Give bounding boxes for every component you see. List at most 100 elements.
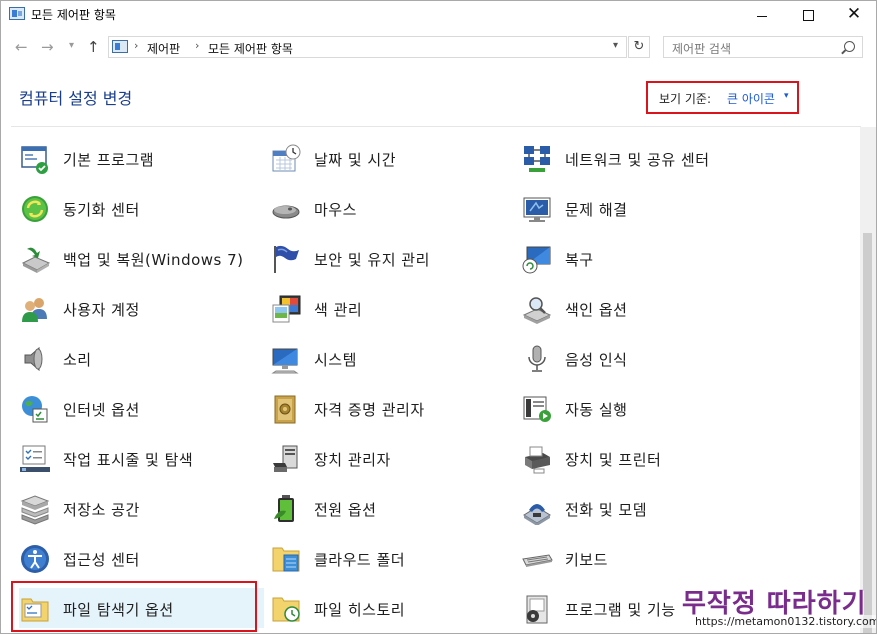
search-placeholder: 제어판 검색 xyxy=(672,42,732,56)
item-device-manager[interactable]: 장치 관리자 xyxy=(270,438,515,478)
view-by-dropdown[interactable]: 큰 아이콘 xyxy=(727,90,775,107)
search-input[interactable]: 제어판 검색 xyxy=(663,36,863,58)
view-by-label: 보기 기준: xyxy=(659,92,712,106)
users-icon xyxy=(22,298,47,322)
address-bar-row: ← → ▾ ↑ › 제어판 › 모든 제어판 항목 ▾ ↻ 제어판 검색 xyxy=(1,29,876,67)
chevron-down-icon[interactable]: ▾ xyxy=(784,91,789,101)
item-label: 날짜 및 시간 xyxy=(314,151,397,169)
cloud-folder-icon xyxy=(272,547,300,572)
item-indexing-options[interactable]: 색인 옵션 xyxy=(521,288,766,328)
item-storage-spaces[interactable]: 저장소 공간 xyxy=(19,488,264,528)
file-history-icon xyxy=(272,597,300,622)
breadcrumb-separator: › xyxy=(134,39,139,52)
highlight-annotation xyxy=(11,581,257,632)
keyboard-icon xyxy=(522,554,553,567)
item-label: 색 관리 xyxy=(314,301,363,319)
item-backup-restore[interactable]: 백업 및 복원(Windows 7) xyxy=(19,238,264,278)
autoplay-icon xyxy=(523,396,551,422)
title-bar: 모든 제어판 항목 ✕ xyxy=(1,1,876,29)
item-label: 자동 실행 xyxy=(565,401,628,419)
refresh-button[interactable]: ↻ xyxy=(628,36,650,58)
watermark-url: https://metamon0132.tistory.com/ xyxy=(695,615,876,628)
recovery-icon xyxy=(522,246,551,274)
printer-icon xyxy=(525,446,550,474)
item-internet-options[interactable]: 인터넷 옵션 xyxy=(19,388,264,428)
page-title: 컴퓨터 설정 변경 xyxy=(19,89,133,108)
control-panel-icon xyxy=(9,7,25,20)
device-manager-icon xyxy=(273,445,298,472)
item-label: 음성 인식 xyxy=(565,351,628,369)
item-sync-center[interactable]: 동기화 센터 xyxy=(19,188,264,228)
item-label: 문제 해결 xyxy=(565,201,628,219)
item-label: 시스템 xyxy=(314,351,357,369)
item-devices-printers[interactable]: 장치 및 프린터 xyxy=(521,438,766,478)
item-file-history[interactable]: 파일 히스토리 xyxy=(270,588,515,628)
item-taskbar-navigation[interactable]: 작업 표시줄 및 탐색 xyxy=(19,438,264,478)
item-label: 접근성 센터 xyxy=(63,551,140,569)
calendar-clock-icon xyxy=(272,144,301,172)
item-label: 파일 히스토리 xyxy=(314,601,406,619)
default-programs-icon xyxy=(21,146,48,174)
flag-icon xyxy=(274,245,299,273)
microphone-icon xyxy=(528,345,546,372)
maximize-icon xyxy=(802,9,814,21)
item-label: 키보드 xyxy=(565,551,608,569)
item-autoplay[interactable]: 자동 실행 xyxy=(521,388,766,428)
storage-spaces-icon xyxy=(20,495,50,525)
item-label: 인터넷 옵션 xyxy=(63,401,140,419)
minimize-icon xyxy=(757,15,767,17)
breadcrumb-control-panel[interactable]: 제어판 xyxy=(147,40,180,57)
sync-icon xyxy=(22,196,48,222)
troubleshoot-icon xyxy=(523,197,551,222)
item-security-maintenance[interactable]: 보안 및 유지 관리 xyxy=(270,238,515,278)
item-date-time[interactable]: 날짜 및 시간 xyxy=(270,138,515,178)
item-label: 동기화 센터 xyxy=(63,201,140,219)
credential-vault-icon xyxy=(274,395,296,424)
item-power-options[interactable]: 전원 옵션 xyxy=(270,488,515,528)
item-network-sharing[interactable]: 네트워크 및 공유 센터 xyxy=(521,138,766,178)
item-default-programs[interactable]: 기본 프로그램 xyxy=(19,138,264,178)
item-label: 복구 xyxy=(565,251,594,269)
item-label: 소리 xyxy=(63,351,92,369)
item-phone-modem[interactable]: 전화 및 모뎀 xyxy=(521,488,766,528)
item-speech-recognition[interactable]: 음성 인식 xyxy=(521,338,766,378)
item-credential-manager[interactable]: 자격 증명 관리자 xyxy=(270,388,515,428)
item-label: 사용자 계정 xyxy=(63,301,140,319)
phone-modem-icon xyxy=(523,504,551,525)
forward-button[interactable]: → xyxy=(41,38,54,56)
maximize-button[interactable] xyxy=(785,1,831,29)
address-dropdown-icon[interactable]: ▾ xyxy=(613,40,618,51)
breadcrumb-all-items[interactable]: 모든 제어판 항목 xyxy=(208,40,293,57)
minimize-button[interactable] xyxy=(739,1,785,29)
up-button[interactable]: ↑ xyxy=(87,38,100,56)
item-label: 작업 표시줄 및 탐색 xyxy=(63,451,194,469)
close-icon: ✕ xyxy=(846,3,862,24)
view-by-control: 보기 기준: 큰 아이콘 ▾ xyxy=(646,81,799,114)
item-system[interactable]: 시스템 xyxy=(270,338,515,378)
speaker-icon xyxy=(24,346,43,372)
item-cloud-folders[interactable]: 클라우드 폴더 xyxy=(270,538,515,578)
item-ease-of-access[interactable]: 접근성 센터 xyxy=(19,538,264,578)
recent-locations-button[interactable]: ▾ xyxy=(69,40,74,51)
item-label: 네트워크 및 공유 센터 xyxy=(565,151,710,169)
item-label: 장치 관리자 xyxy=(314,451,391,469)
item-label: 프로그램 및 기능 xyxy=(565,601,676,619)
item-keyboard[interactable]: 키보드 xyxy=(521,538,766,578)
taskbar-icon xyxy=(20,445,50,472)
programs-features-icon xyxy=(526,595,548,624)
back-button[interactable]: ← xyxy=(15,38,28,56)
close-button[interactable]: ✕ xyxy=(831,1,876,29)
scrollbar-thumb[interactable] xyxy=(863,233,872,633)
internet-options-icon xyxy=(22,396,48,423)
item-label: 마우스 xyxy=(314,201,357,219)
item-user-accounts[interactable]: 사용자 계정 xyxy=(19,288,264,328)
item-recovery[interactable]: 복구 xyxy=(521,238,766,278)
item-troubleshooting[interactable]: 문제 해결 xyxy=(521,188,766,228)
control-panel-icon xyxy=(112,40,128,53)
item-sound[interactable]: 소리 xyxy=(19,338,264,378)
item-label: 전원 옵션 xyxy=(314,501,377,519)
item-mouse[interactable]: 마우스 xyxy=(270,188,515,228)
address-bar[interactable]: › 제어판 › 모든 제어판 항목 ▾ xyxy=(108,36,627,58)
item-color-management[interactable]: 색 관리 xyxy=(270,288,515,328)
item-label: 자격 증명 관리자 xyxy=(314,401,425,419)
